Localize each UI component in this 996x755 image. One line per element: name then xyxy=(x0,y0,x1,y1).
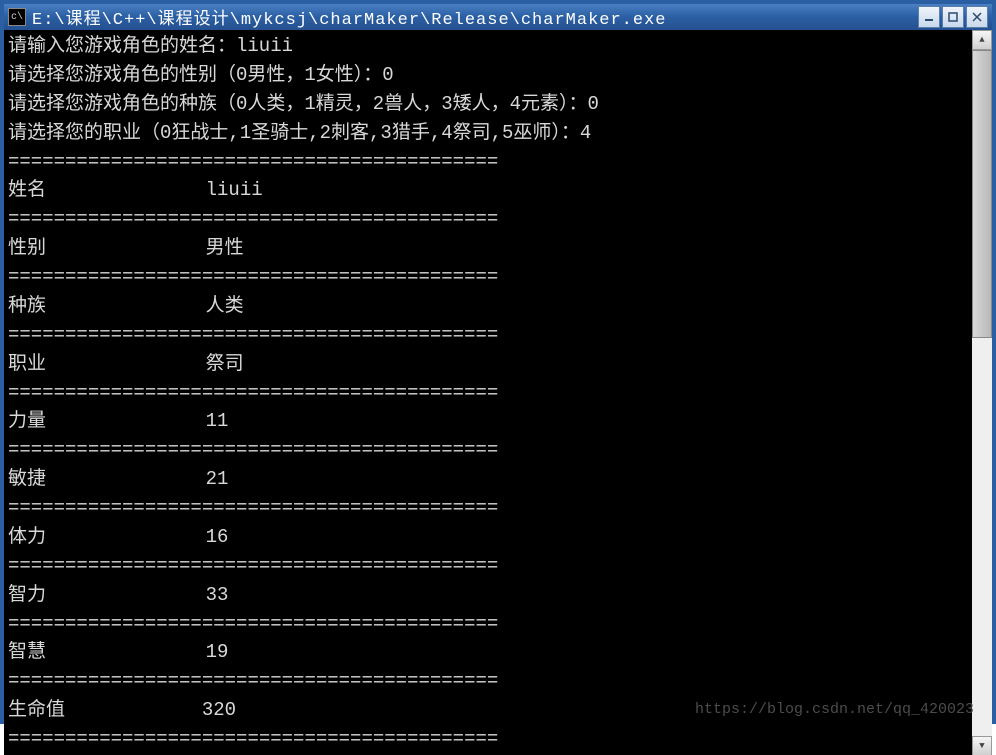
minimize-button[interactable] xyxy=(918,6,940,28)
scroll-track[interactable] xyxy=(972,50,992,736)
console-window: c\ E:\课程\C++\课程设计\mykcsj\charMaker\Relea… xyxy=(0,0,996,724)
titlebar: c\ E:\课程\C++\课程设计\mykcsj\charMaker\Relea… xyxy=(4,4,992,30)
maximize-button[interactable] xyxy=(942,6,964,28)
close-button[interactable] xyxy=(966,6,988,28)
scroll-thumb[interactable] xyxy=(972,50,992,338)
vertical-scrollbar[interactable]: ▲ ▼ xyxy=(972,30,992,755)
window-controls xyxy=(918,6,988,28)
watermark-text: https://blog.csdn.net/qq_420023 xyxy=(695,701,974,718)
console-output: 请输入您游戏角色的姓名：liuii 请选择您游戏角色的性别（0男性，1女性）：0… xyxy=(4,30,972,755)
scroll-up-button[interactable]: ▲ xyxy=(972,30,992,50)
console-area: 请输入您游戏角色的姓名：liuii 请选择您游戏角色的性别（0男性，1女性）：0… xyxy=(4,30,992,755)
scroll-down-button[interactable]: ▼ xyxy=(972,736,992,755)
window-title: E:\课程\C++\课程设计\mykcsj\charMaker\Release\… xyxy=(32,4,912,30)
terminal-icon: c\ xyxy=(8,8,26,26)
